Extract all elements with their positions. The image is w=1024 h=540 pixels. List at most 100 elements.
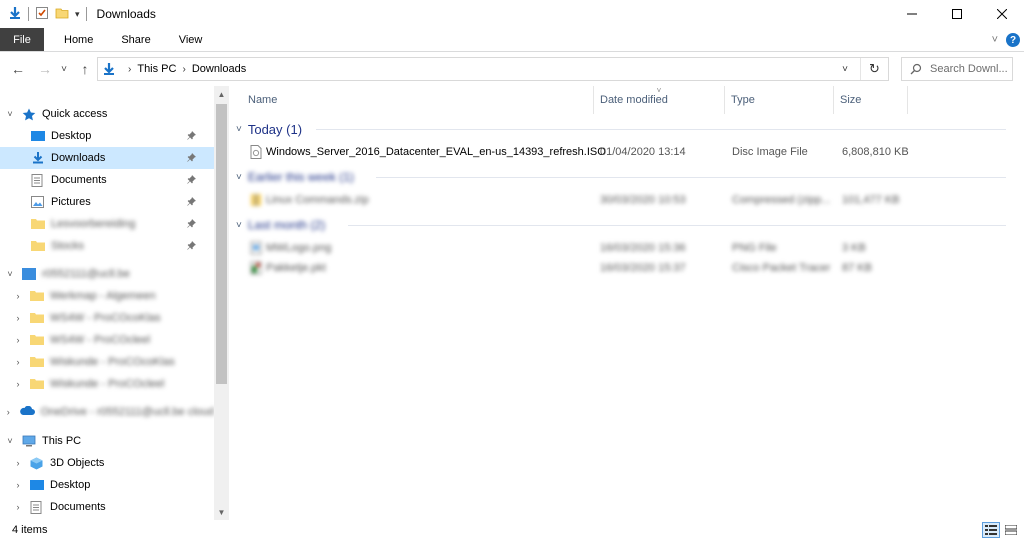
tree-item-onedrive[interactable]: › OneDrive - r0552111@ucll.be cloud <box>0 401 214 423</box>
chevron-down-icon[interactable]: ˅ <box>236 124 242 135</box>
sharepoint-icon <box>22 268 36 280</box>
folder-icon <box>30 334 44 346</box>
breadcrumb-separator[interactable]: › <box>182 64 185 75</box>
file-list: Name ˅ Date modified Type Size ˅ Today (… <box>236 86 1024 520</box>
file-row[interactable]: MWLogo.png 16/03/2020 15:36 PNG File 3 K… <box>248 238 908 258</box>
documents-icon <box>30 501 44 514</box>
file-date: 30/03/2020 10:53 <box>600 194 686 206</box>
address-dropdown-button[interactable]: ˅ <box>834 58 856 80</box>
tree-label: Quick access <box>42 108 108 120</box>
address-bar[interactable]: › This PC › Downloads ˅ ↻ <box>97 57 889 81</box>
chevron-down-icon[interactable]: ˅ <box>4 109 16 119</box>
chevron-right-icon[interactable]: › <box>12 379 24 389</box>
expand-ribbon-icon[interactable]: ˅ <box>992 34 998 46</box>
scroll-down-arrow[interactable]: ▼ <box>214 504 229 520</box>
chevron-right-icon[interactable]: › <box>12 480 24 490</box>
tab-file[interactable]: File <box>0 28 44 51</box>
new-folder-icon[interactable] <box>55 6 69 23</box>
pin-icon <box>187 218 196 230</box>
recent-locations-button[interactable]: ˅ <box>57 58 71 80</box>
tree-item-pictures[interactable]: Pictures <box>0 191 214 213</box>
search-input[interactable]: Search Downl... <box>901 57 1013 81</box>
column-header-type[interactable]: Type <box>725 86 834 114</box>
help-icon[interactable]: ? <box>1006 33 1020 47</box>
tree-item-downloads[interactable]: Downloads <box>0 147 214 169</box>
tree-item-documents[interactable]: Documents <box>0 169 214 191</box>
breadcrumb-downloads[interactable]: Downloads <box>192 63 246 75</box>
group-header-today[interactable]: ˅ Today (1) <box>236 119 1016 139</box>
tree-label: Desktop <box>51 130 92 142</box>
tree-item-this-pc-desktop[interactable]: › Desktop <box>0 474 214 496</box>
desktop-icon <box>30 479 44 491</box>
tab-home[interactable]: Home <box>44 28 107 51</box>
group-header-earlier-this-week[interactable]: ˅ Earlier this week (1) <box>236 167 1016 187</box>
chevron-right-icon[interactable]: › <box>4 407 13 417</box>
properties-icon[interactable] <box>35 6 49 23</box>
column-header-name[interactable]: Name <box>242 86 594 114</box>
close-button[interactable] <box>979 0 1024 28</box>
navigation-pane-scrollbar[interactable]: ▲ ▼ <box>214 86 229 520</box>
chevron-down-icon[interactable]: ˅ <box>4 269 16 279</box>
customize-qat-icon[interactable]: ▾ <box>75 9 80 20</box>
tree-item-library[interactable]: › WS4W - ProCOcoKlas <box>0 307 214 329</box>
scroll-up-arrow[interactable]: ▲ <box>214 86 229 102</box>
chevron-right-icon[interactable]: › <box>12 291 24 301</box>
tree-item-this-pc-documents[interactable]: › Documents <box>0 496 214 518</box>
chevron-down-icon[interactable]: ˅ <box>4 436 16 446</box>
tree-label: WS4W - ProCOcleel <box>50 334 151 346</box>
tree-item-3d-objects[interactable]: › 3D Objects <box>0 452 214 474</box>
tree-label: Documents <box>50 501 106 513</box>
chevron-down-icon[interactable]: ˅ <box>236 172 242 183</box>
tree-item-pinned-folder[interactable]: Lesvoorbereiding <box>0 213 214 235</box>
column-header-date-modified[interactable]: ˅ Date modified <box>594 86 725 114</box>
packet-tracer-icon <box>250 261 262 275</box>
tree-item-library[interactable]: › WS4W - ProCOcleel <box>0 329 214 351</box>
tab-share[interactable]: Share <box>107 28 164 51</box>
tree-label: Pictures <box>51 196 91 208</box>
tree-label: Downloads <box>51 152 106 164</box>
column-header-size[interactable]: Size <box>834 86 908 114</box>
up-button[interactable]: ↑ <box>74 58 96 80</box>
file-row[interactable]: Pakketje.pkt 16/03/2020 15:37 Cisco Pack… <box>248 258 908 278</box>
scrollbar-thumb[interactable] <box>216 104 227 384</box>
tree-item-library[interactable]: › Wiskunde - ProCOcoKlas <box>0 351 214 373</box>
group-divider <box>316 129 1006 130</box>
chevron-right-icon[interactable]: › <box>12 502 24 512</box>
pin-icon <box>187 240 196 252</box>
title-separator <box>85 7 87 21</box>
column-label: Date modified <box>600 94 668 106</box>
minimize-button[interactable] <box>889 0 934 28</box>
details-view-icon <box>985 525 997 535</box>
tree-item-desktop[interactable]: Desktop <box>0 125 214 147</box>
details-view-button[interactable] <box>982 522 1000 538</box>
navigation-bar: ← → ˅ ↑ › This PC › Downloads ˅ ↻ Search… <box>0 52 1024 86</box>
tree-item-library[interactable]: › Werkmap - Algemeen <box>0 285 214 307</box>
tree-item-quick-access[interactable]: ˅ Quick access <box>0 103 214 125</box>
chevron-right-icon[interactable]: › <box>12 357 24 367</box>
breadcrumb-this-pc[interactable]: This PC <box>137 63 176 75</box>
maximize-button[interactable] <box>934 0 979 28</box>
tree-label: 3D Objects <box>50 457 105 469</box>
tab-view[interactable]: View <box>165 28 217 51</box>
tree-item-onedrive-business[interactable]: ˅ r0552111@ucll.be <box>0 263 214 285</box>
folder-icon <box>30 378 44 390</box>
group-header-last-month[interactable]: ˅ Last month (2) <box>236 215 1016 235</box>
large-icons-view-button[interactable] <box>1002 522 1020 538</box>
chevron-down-icon[interactable]: ˅ <box>236 220 242 231</box>
tree-item-library[interactable]: › Wiskunde - ProCOcleel <box>0 373 214 395</box>
refresh-button[interactable]: ↻ <box>860 58 888 80</box>
file-row[interactable]: Windows_Server_2016_Datacenter_EVAL_en-u… <box>248 142 909 162</box>
chevron-right-icon[interactable]: › <box>12 313 24 323</box>
tree-item-this-pc[interactable]: ˅ This PC <box>0 430 214 452</box>
tree-label: OneDrive - r0552111@ucll.be cloud <box>40 406 214 418</box>
forward-button[interactable]: → <box>34 58 56 80</box>
tree-item-pinned-folder[interactable]: Stocks <box>0 235 214 257</box>
navigation-pane: ˅ Quick access Desktop Downloads Documen… <box>0 86 229 520</box>
tree-label: Stocks <box>51 240 85 252</box>
search-placeholder: Search Downl... <box>930 63 1008 75</box>
chevron-right-icon[interactable]: › <box>12 458 24 468</box>
breadcrumb-separator[interactable]: › <box>128 64 131 75</box>
chevron-right-icon[interactable]: › <box>12 335 24 345</box>
back-button[interactable]: ← <box>7 58 29 80</box>
file-row[interactable]: Linux Commands.zip 30/03/2020 10:53 Comp… <box>248 190 908 210</box>
